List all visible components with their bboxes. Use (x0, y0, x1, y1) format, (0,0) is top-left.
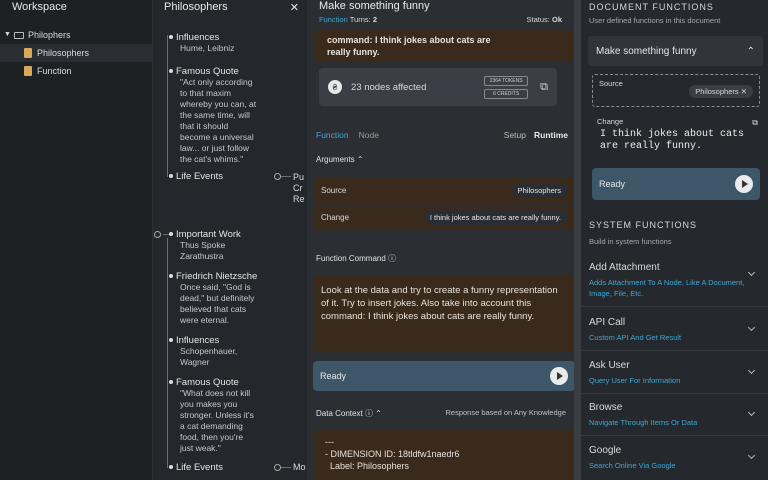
caret-down-icon[interactable]: ▼ (4, 26, 11, 44)
collapse-handle[interactable] (274, 173, 281, 180)
sys-add-attachment[interactable]: Add Attachment Adds Attachment To A Node,… (589, 262, 760, 299)
collapse-handle[interactable] (154, 231, 161, 238)
change-text[interactable]: I think jokes about cats are really funn… (600, 129, 760, 153)
info-icon: ⓘ (364, 409, 373, 418)
node-important-work[interactable]: Important Work Thus Spoke Zarathustra (169, 229, 241, 262)
info-icon: ⓘ (388, 254, 397, 263)
node-famous-quote[interactable]: Famous Quote "Act only according to that … (169, 66, 256, 165)
workspace-title: Workspace (12, 1, 67, 13)
doc-functions-title: DOCUMENT FUNCTIONS (589, 2, 714, 12)
file-function[interactable]: Function (0, 62, 152, 80)
function-tabs: Function Node Setup Runtime (316, 130, 568, 140)
open-external-icon[interactable]: ⧉ (540, 81, 548, 94)
node-friedrich-nietzsche[interactable]: Friedrich Nietzsche Once said, "God is de… (169, 271, 257, 326)
function-header: Make something funny Function Turns: 2 S… (319, 0, 562, 24)
command-text[interactable]: Look at the data and try to create a fun… (313, 276, 574, 351)
collapse-handle[interactable] (274, 464, 281, 471)
source-pill[interactable]: Philosophers ✕ (689, 85, 753, 98)
close-icon[interactable]: ✕ (290, 1, 299, 16)
file-philosophers[interactable]: Philosophers (0, 44, 152, 62)
command-header: Function Command ⓘ (316, 254, 397, 263)
arguments-header[interactable]: Arguments ⌃ (316, 155, 364, 164)
system-functions-title: SYSTEM FUNCTIONS (589, 220, 698, 230)
sys-api-call[interactable]: API Call Custom API And Get Result (589, 317, 760, 343)
node-life-events[interactable]: Life Events (169, 171, 223, 182)
overflow-node[interactable]: Mo (293, 462, 306, 472)
arg-source-row[interactable]: Source Philosophers (313, 178, 574, 203)
open-external-icon[interactable]: ⧉ (752, 118, 758, 128)
ready-bar: Ready (592, 168, 760, 200)
sys-google[interactable]: Google Search Online Via Google (589, 445, 760, 471)
folder-philophers[interactable]: ▼ Philophers (0, 26, 152, 44)
data-context-header: Data Context ⓘ ⌃ Response based on Any K… (316, 408, 566, 418)
document-functions-panel: DOCUMENT FUNCTIONS User defined function… (581, 0, 768, 480)
chevron-up-icon[interactable]: ⌃ (747, 46, 755, 57)
chevron-up-icon: ⌃ (375, 409, 382, 418)
function-panel: Make something funny Function Turns: 2 S… (307, 0, 574, 480)
node-influences[interactable]: Influences Schopenhauer, Wagner (169, 335, 237, 368)
tab-setup[interactable]: Setup (504, 130, 526, 140)
arg-change-row[interactable]: Change I think jokes about cats are reall… (313, 205, 574, 230)
tab-function[interactable]: Function (316, 130, 349, 140)
data-context-text[interactable]: --- - DIMENSION ID: 18tldfw1naedr6 Label… (313, 430, 574, 480)
sys-browse[interactable]: Browse Navigate Through Items Or Data (589, 402, 760, 428)
nodes-icon: ₴ (328, 80, 342, 94)
tree-title: Philosophers (164, 1, 228, 13)
function-title: Make something funny (319, 0, 430, 12)
nodes-affected-card[interactable]: ₴ 23 nodes affected 2364 TOKENS 6 CREDIT… (319, 68, 557, 106)
node-famous-quote[interactable]: Famous Quote "What does not kill you make… (169, 377, 254, 454)
tokens-badge: 2364 TOKENS (484, 75, 529, 86)
source-dropzone[interactable]: Source Philosophers ✕ (592, 74, 760, 107)
scrollbar[interactable] (574, 0, 581, 480)
doc-function-card[interactable]: Make something funny ⌃ (588, 36, 763, 66)
close-icon: ✕ (740, 87, 747, 96)
sys-ask-user[interactable]: Ask User Query User For Information (589, 360, 760, 386)
ready-bar: Ready (313, 361, 574, 391)
function-preview: command: I think jokes about cats are re… (313, 30, 573, 62)
tab-node[interactable]: Node (359, 130, 379, 140)
chevron-up-icon: ⌃ (356, 155, 364, 164)
file-icon (24, 66, 32, 76)
folder-icon (13, 31, 24, 39)
workspace-panel: Workspace ▼ Philophers Philosophers Func… (0, 0, 153, 480)
credits-badge: 6 CREDITS (484, 88, 529, 99)
play-icon[interactable] (735, 175, 753, 193)
play-icon[interactable] (550, 367, 568, 385)
file-icon (24, 48, 32, 58)
function-type: Function (319, 15, 348, 24)
node-influences[interactable]: Influences Hume, Leibniz (169, 32, 234, 54)
overflow-node[interactable]: Pu Cr Re (293, 172, 305, 205)
mindmap-panel: Philosophers ✕ Influences Hume, Leibniz Fa… (153, 0, 307, 480)
tab-runtime[interactable]: Runtime (534, 130, 568, 140)
node-life-events[interactable]: Life Events (169, 462, 223, 473)
